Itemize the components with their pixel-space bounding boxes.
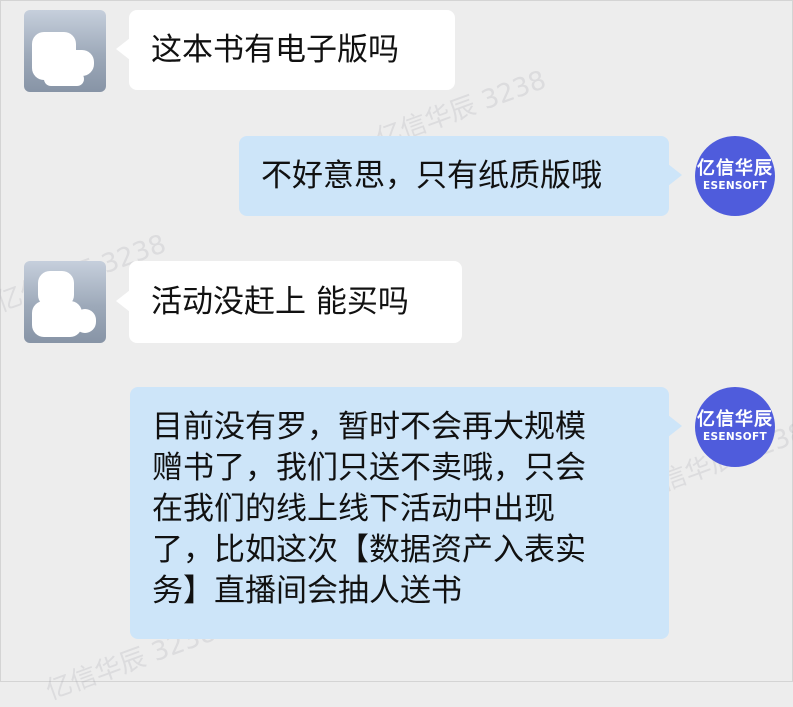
message-text-line: 务】直播间会抽人送书 bbox=[152, 573, 462, 609]
brand-avatar[interactable]: 亿信华辰 ESENSOFT bbox=[695, 136, 775, 216]
message-text-line: 赠书了，我们只送不卖哦，只会 bbox=[152, 450, 586, 486]
brand-logo-en: ESENSOFT bbox=[703, 431, 767, 443]
brand-logo-cn: 亿信华辰 bbox=[697, 158, 773, 179]
bubble-tail bbox=[116, 38, 130, 60]
message-bubble-outgoing[interactable]: 目前没有罗，暂时不会再大规模 赠书了，我们只送不卖哦，只会 在我们的线上线下活动… bbox=[130, 387, 682, 639]
user-avatar[interactable] bbox=[24, 10, 106, 92]
chat-window: 亿信华辰 3238 亿信华辰 3238 亿信华辰 3238 亿信华辰 3238 … bbox=[0, 0, 793, 706]
bubble-tail bbox=[668, 415, 682, 437]
bubble-tail bbox=[116, 290, 130, 312]
message-bubble-incoming[interactable]: 这本书有电子版吗 bbox=[116, 10, 455, 90]
message-bubble-outgoing[interactable]: 不好意思，只有纸质版哦 bbox=[239, 136, 682, 216]
message-text: 这本书有电子版吗 bbox=[151, 31, 399, 68]
brand-logo-cn: 亿信华辰 bbox=[697, 409, 773, 430]
message-text: 活动没赶上 能买吗 bbox=[151, 283, 409, 320]
message-bubble-incoming[interactable]: 活动没赶上 能买吗 bbox=[116, 261, 462, 343]
message-text-line: 了，比如这次【数据资产入表实 bbox=[152, 532, 586, 568]
brand-logo-en: ESENSOFT bbox=[703, 180, 767, 192]
brand-avatar[interactable]: 亿信华辰 ESENSOFT bbox=[695, 387, 775, 467]
bubble-tail bbox=[668, 164, 682, 186]
user-avatar[interactable] bbox=[24, 261, 106, 343]
message-text-line: 在我们的线上线下活动中出现 bbox=[152, 491, 555, 527]
message-text-line: 目前没有罗，暂时不会再大规模 bbox=[152, 409, 586, 445]
message-text: 不好意思，只有纸质版哦 bbox=[261, 157, 602, 194]
